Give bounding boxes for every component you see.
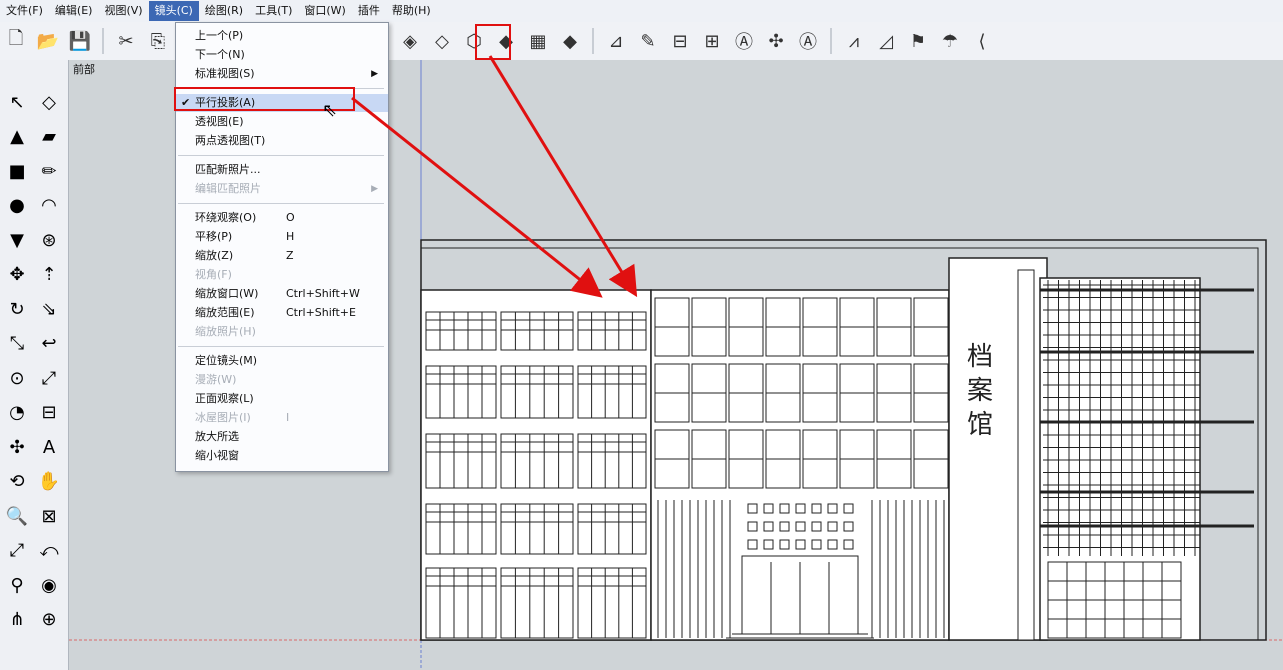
menu-item-label: 平移(P)	[195, 230, 233, 243]
menu-item-label: 透视图(E)	[195, 115, 244, 128]
menu-item-label: 缩放窗口(W)	[195, 287, 259, 300]
camera-menu-item[interactable]: 缩放范围(E) Ctrl+Shift+E	[176, 304, 388, 322]
camera-menu-item[interactable]: 下一个(N)	[176, 46, 388, 64]
menu-item-label: 正面观察(L)	[195, 392, 254, 405]
menu-item-label: 放大所选	[195, 430, 239, 443]
menu-item-shortcut: H	[286, 230, 295, 243]
camera-menu-item[interactable]: 正面观察(L)	[176, 390, 388, 408]
camera-menu-item: 视角(F)	[176, 266, 388, 284]
camera-menu-item[interactable]: 上一个(P)	[176, 27, 388, 45]
camera-menu-item: 漫游(W)	[176, 371, 388, 389]
menu-item-label: 上一个(P)	[195, 29, 244, 42]
menu-item-label: 环绕观察(O)	[195, 211, 257, 224]
camera-menu-item[interactable]: 标准视图(S) ▶	[176, 65, 388, 83]
menu-item-shortcut: O	[286, 211, 295, 224]
menu-item-shortcut: Ctrl+Shift+W	[286, 287, 360, 300]
menu-item-label: 缩放(Z)	[195, 249, 234, 262]
menu-item-label: 缩放照片(H)	[195, 325, 256, 338]
building-sign: 档 案 馆	[965, 340, 995, 442]
menu-item-shortcut: Ctrl+Shift+E	[286, 306, 356, 319]
menu-separator	[178, 155, 384, 156]
menu-item-label: 标准视图(S)	[195, 67, 255, 80]
camera-menu-item[interactable]: 平移(P) H	[176, 228, 388, 246]
menu-separator	[178, 346, 384, 347]
sign-char: 档	[966, 342, 993, 372]
camera-menu-item[interactable]: 放大所选	[176, 428, 388, 446]
menu-item-label: 匹配新照片...	[195, 163, 261, 176]
menu-item-label: 视角(F)	[195, 268, 232, 281]
highlight-box-front-view	[475, 24, 511, 60]
menu-item-label: 缩放范围(E)	[195, 306, 255, 319]
camera-menu-item: 缩放照片(H)	[176, 323, 388, 341]
sign-char: 案	[966, 376, 993, 406]
menu-item-label: 冰屋图片(I)	[195, 411, 251, 424]
camera-menu-item: 编辑匹配照片 ▶	[176, 180, 388, 198]
menu-item-label: 漫游(W)	[195, 373, 237, 386]
sign-char: 馆	[966, 410, 993, 440]
menu-item-label: 两点透视图(T)	[195, 134, 266, 147]
camera-menu-item[interactable]: 两点透视图(T)	[176, 132, 388, 150]
camera-menu-item[interactable]: 透视图(E)	[176, 113, 388, 131]
camera-menu-item[interactable]: 环绕观察(O) O	[176, 209, 388, 227]
menu-item-label: 编辑匹配照片	[195, 182, 261, 195]
menu-item-label: 定位镜头(M)	[195, 354, 258, 367]
camera-menu-item[interactable]: 缩放(Z) Z	[176, 247, 388, 265]
menu-item-label: 缩小视窗	[195, 449, 239, 462]
camera-menu-item[interactable]: 定位镜头(M)	[176, 352, 388, 370]
menu-item-shortcut: Z	[286, 249, 294, 262]
camera-menu-item[interactable]: 缩放窗口(W) Ctrl+Shift+W	[176, 285, 388, 303]
submenu-arrow-icon: ▶	[371, 69, 378, 79]
mouse-cursor-icon: ⇖	[322, 100, 338, 121]
menu-separator	[178, 203, 384, 204]
menu-item-shortcut: I	[286, 411, 290, 424]
camera-menu-item[interactable]: 缩小视窗	[176, 447, 388, 465]
camera-menu-item[interactable]: 匹配新照片...	[176, 161, 388, 179]
submenu-arrow-icon: ▶	[371, 184, 378, 194]
camera-menu-item: 冰屋图片(I) I	[176, 409, 388, 427]
menu-item-label: 下一个(N)	[195, 48, 245, 61]
